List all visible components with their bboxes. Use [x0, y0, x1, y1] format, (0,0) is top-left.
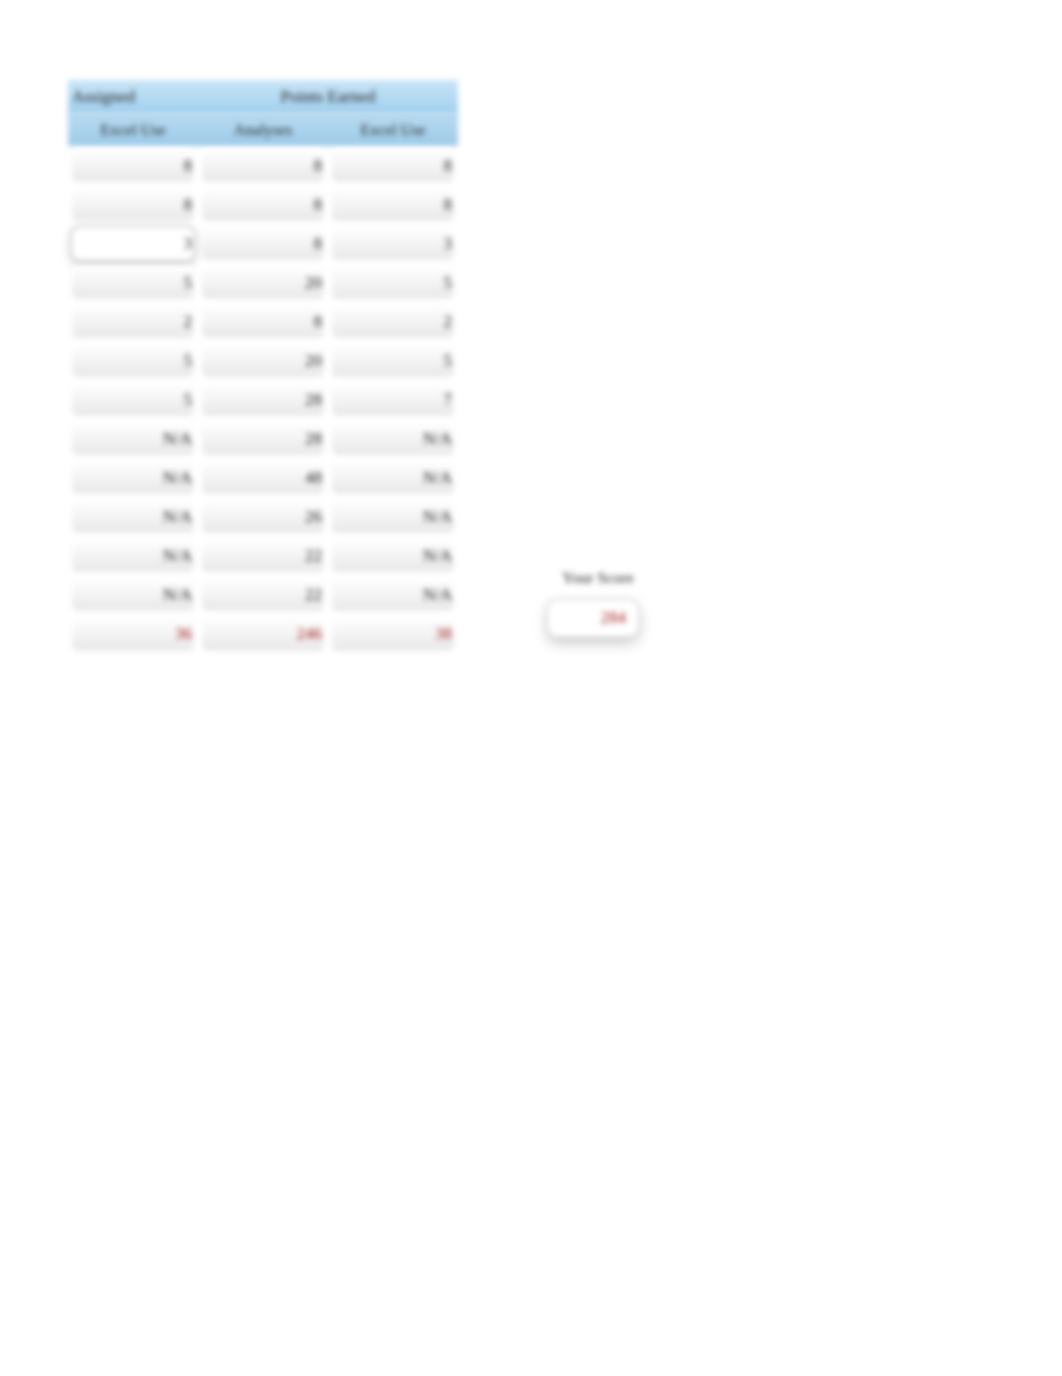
header-assigned: Assigned	[68, 80, 198, 114]
total-cell: 36	[68, 614, 198, 654]
table-row: N/A 48 N/A	[68, 458, 458, 497]
cell: 5	[328, 341, 458, 380]
cell: N/A	[68, 458, 198, 497]
cell: 20	[198, 263, 328, 302]
table-row: N/A 22 N/A	[68, 575, 458, 614]
cell: 26	[198, 497, 328, 536]
cell: N/A	[328, 419, 458, 458]
cell: 28	[198, 380, 328, 419]
subheader-analyses: Analyses	[198, 114, 328, 146]
cell: N/A	[328, 497, 458, 536]
cell: 48	[198, 458, 328, 497]
cell: 8	[328, 185, 458, 224]
cell: 8	[198, 224, 328, 263]
table-row: 5 20 5	[68, 263, 458, 302]
cell: 5	[68, 380, 198, 419]
subheader-excel-use-2: Excel Use	[328, 114, 458, 146]
cell-highlighted: 3	[68, 224, 198, 263]
cell: 7	[328, 380, 458, 419]
cell: N/A	[68, 497, 198, 536]
your-score-label: Your Score	[548, 570, 648, 588]
cell: 5	[68, 341, 198, 380]
total-cell: 246	[198, 614, 328, 654]
cell: 2	[68, 302, 198, 341]
header-points-earned: Points Earned	[198, 80, 458, 114]
cell: 5	[328, 263, 458, 302]
cell: 20	[198, 341, 328, 380]
table-row: N/A 26 N/A	[68, 497, 458, 536]
total-cell: 38	[328, 614, 458, 654]
cell: 8	[68, 146, 198, 185]
cell: 5	[68, 263, 198, 302]
cell: 28	[198, 419, 328, 458]
table-total-row: 36 246 38	[68, 614, 458, 654]
your-score-value: 284	[548, 600, 638, 636]
table-header-row-2: Excel Use Analyses Excel Use	[68, 114, 458, 146]
cell: 3	[328, 224, 458, 263]
table-row: 8 8 8	[68, 146, 458, 185]
your-score-area: Your Score 284	[548, 570, 648, 636]
cell: 8	[328, 146, 458, 185]
table-row: N/A 28 N/A	[68, 419, 458, 458]
table-row: 3 8 3	[68, 224, 458, 263]
table-header-row-1: Assigned Points Earned	[68, 80, 458, 114]
cell: 2	[328, 302, 458, 341]
cell: N/A	[328, 536, 458, 575]
cell: N/A	[328, 575, 458, 614]
cell: 8	[198, 302, 328, 341]
cell: 22	[198, 575, 328, 614]
table-row: 2 8 2	[68, 302, 458, 341]
cell: 8	[198, 146, 328, 185]
cell: N/A	[68, 536, 198, 575]
table-row: 5 20 5	[68, 341, 458, 380]
cell: 22	[198, 536, 328, 575]
table-row: 8 8 8	[68, 185, 458, 224]
cell: N/A	[328, 458, 458, 497]
cell: 8	[68, 185, 198, 224]
cell: N/A	[68, 419, 198, 458]
table-row: N/A 22 N/A	[68, 536, 458, 575]
cell: 8	[198, 185, 328, 224]
table-row: 5 28 7	[68, 380, 458, 419]
cell: N/A	[68, 575, 198, 614]
subheader-excel-use-1: Excel Use	[68, 114, 198, 146]
score-table: Assigned Points Earned Excel Use Analyse…	[68, 80, 458, 654]
